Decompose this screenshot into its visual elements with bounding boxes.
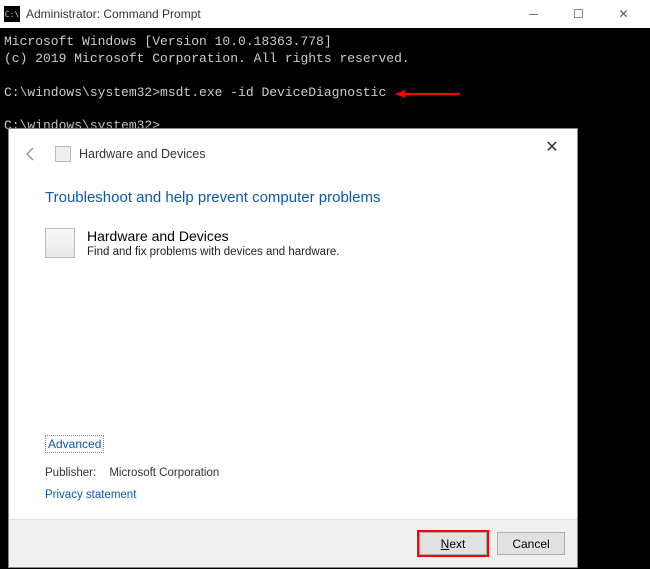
dialog-footer: Next Cancel xyxy=(9,519,577,567)
publisher-value: Microsoft Corporation xyxy=(109,467,219,479)
cmd-titlebar: C:\ Administrator: Command Prompt ─ ☐ ✕ xyxy=(0,0,650,28)
back-arrow-icon[interactable] xyxy=(21,144,41,164)
cmd-icon: C:\ xyxy=(4,6,20,22)
item-title: Hardware and Devices xyxy=(87,228,340,244)
item-description: Find and fix problems with devices and h… xyxy=(87,246,340,258)
dialog-header: Hardware and Devices xyxy=(9,129,577,179)
close-button[interactable]: ✕ xyxy=(601,0,646,28)
dialog-body: Troubleshoot and help prevent computer p… xyxy=(9,179,577,435)
cancel-button[interactable]: Cancel xyxy=(497,532,565,555)
dialog-heading: Troubleshoot and help prevent computer p… xyxy=(45,189,541,206)
device-icon xyxy=(45,228,75,258)
maximize-button[interactable]: ☐ xyxy=(556,0,601,28)
next-label: ext xyxy=(449,537,465,551)
troubleshooter-dialog: ✕ Hardware and Devices Troubleshoot and … xyxy=(8,128,578,568)
dialog-close-icon[interactable]: ✕ xyxy=(537,137,567,157)
next-button[interactable]: Next xyxy=(419,532,487,555)
publisher-label: Publisher: xyxy=(45,467,96,479)
minimize-button[interactable]: ─ xyxy=(511,0,556,28)
advanced-link[interactable]: Advanced xyxy=(45,435,104,453)
publisher-row: Publisher: Microsoft Corporation xyxy=(45,467,541,479)
dialog-lower: Advanced Publisher: Microsoft Corporatio… xyxy=(9,435,577,519)
cmd-title: Administrator: Command Prompt xyxy=(26,7,511,21)
dialog-header-icon xyxy=(55,146,71,162)
window-controls: ─ ☐ ✕ xyxy=(511,0,646,28)
troubleshooter-item: Hardware and Devices Find and fix proble… xyxy=(45,228,541,258)
privacy-link[interactable]: Privacy statement xyxy=(45,489,136,501)
dialog-header-text: Hardware and Devices xyxy=(79,147,205,161)
